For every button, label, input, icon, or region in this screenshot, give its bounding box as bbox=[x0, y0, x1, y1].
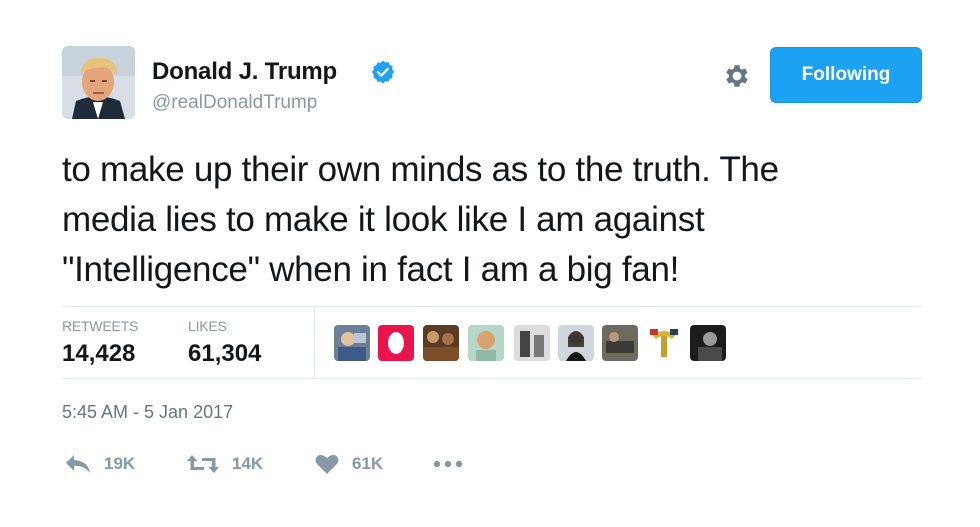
liker-avatar[interactable] bbox=[602, 325, 638, 361]
divider bbox=[314, 308, 315, 378]
verified-badge-icon bbox=[370, 59, 396, 85]
user-name[interactable]: Donald J. Trump bbox=[152, 58, 337, 86]
tweet-text: to make up their own minds as to the tru… bbox=[62, 145, 942, 295]
likes-count[interactable]: 61,304 bbox=[188, 340, 261, 368]
avatar[interactable] bbox=[62, 46, 135, 119]
more-button[interactable] bbox=[433, 450, 475, 478]
liker-avatar[interactable] bbox=[468, 325, 504, 361]
liker-avatar[interactable] bbox=[514, 325, 550, 361]
tweet-card: Donald J. Trump @realDonaldTrump Followi… bbox=[0, 0, 980, 527]
liker-avatar[interactable] bbox=[378, 325, 414, 361]
like-count: 61K bbox=[352, 454, 384, 473]
retweets-count[interactable]: 14,428 bbox=[62, 340, 135, 368]
more-dots-icon bbox=[433, 460, 463, 468]
divider bbox=[62, 306, 922, 307]
following-button[interactable]: Following bbox=[770, 47, 922, 103]
liker-avatar[interactable] bbox=[690, 325, 726, 361]
like-button[interactable]: 61K bbox=[314, 450, 383, 478]
liker-avatar[interactable] bbox=[646, 325, 682, 361]
tweet-timestamp[interactable]: 5:45 AM - 5 Jan 2017 bbox=[62, 402, 233, 423]
tweet-text-line: to make up their own minds as to the tru… bbox=[62, 150, 779, 189]
user-handle[interactable]: @realDonaldTrump bbox=[152, 92, 317, 114]
liker-avatar[interactable] bbox=[558, 325, 594, 361]
tweet-text-line: media lies to make it look like I am aga… bbox=[62, 200, 705, 239]
retweet-icon bbox=[187, 455, 219, 473]
likes-label[interactable]: LIKES bbox=[188, 318, 227, 334]
reply-count: 19K bbox=[104, 454, 136, 473]
heart-icon bbox=[315, 454, 339, 474]
retweet-count: 14K bbox=[232, 454, 264, 473]
retweet-button[interactable]: 14K bbox=[186, 450, 263, 478]
liker-avatar[interactable] bbox=[423, 325, 459, 361]
tweet-text-line: "Intelligence" when in fact I am a big f… bbox=[62, 250, 680, 289]
gear-icon[interactable] bbox=[722, 61, 752, 91]
retweets-label[interactable]: RETWEETS bbox=[62, 318, 138, 334]
reply-button[interactable]: 19K bbox=[64, 450, 135, 478]
reply-icon bbox=[66, 455, 90, 473]
divider bbox=[62, 378, 922, 379]
liker-avatar[interactable] bbox=[334, 325, 370, 361]
